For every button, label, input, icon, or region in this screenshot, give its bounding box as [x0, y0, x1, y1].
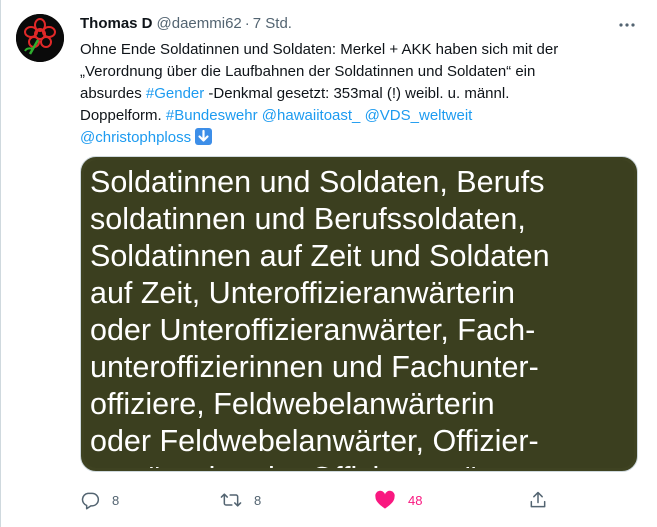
- mention-christophploss[interactable]: @christophploss: [80, 129, 191, 146]
- more-options-button[interactable]: [612, 10, 642, 40]
- author-name[interactable]: Thomas D: [80, 15, 153, 32]
- share-icon: [530, 491, 546, 508]
- tweet-text-line: @christophploss: [80, 127, 640, 149]
- media-text-line: soldatinnen und Berufssoldaten,: [90, 202, 526, 236]
- more-dots-icon: [619, 23, 635, 27]
- tweet[interactable]: Thomas D @daemmi62 · 7 Std. Ohne Ende So…: [0, 0, 657, 527]
- tweet-text-line: „Verordnung über die Laufbahnen der Sold…: [80, 63, 536, 80]
- media-text-line: Soldatinnen auf Zeit und Soldaten: [90, 239, 550, 273]
- media-text-line: unteroffizierinnen und Fachunter-: [90, 350, 539, 384]
- like-count: 48: [408, 492, 423, 508]
- tweet-time[interactable]: 7 Std.: [253, 15, 292, 32]
- media-text-line: oder Unteroffizieranwärter, Fach-: [90, 313, 536, 347]
- tweet-text-span: -Denkmal gesetzt: 353mal (!) weibl. u. m…: [204, 85, 510, 102]
- reply-button[interactable]: 8: [80, 484, 119, 516]
- retweet-icon: [220, 493, 242, 507]
- media-text-line: offiziere, Feldwebelanwärterin: [90, 387, 495, 421]
- media-text-line: oder Feldwebelanwärter, Offizier-: [90, 424, 539, 458]
- hashtag-gender[interactable]: #Gender: [146, 85, 204, 102]
- tweet-header: Thomas D @daemmi62 · 7 Std.: [80, 12, 640, 34]
- mention-vds[interactable]: @VDS_weltweit: [365, 107, 473, 124]
- hashtag-bundeswehr[interactable]: #Bundeswehr: [166, 107, 258, 124]
- down-arrow-emoji-icon: [195, 128, 213, 145]
- tweet-text-line: Ohne Ende Soldatinnen und Soldaten: Merk…: [80, 41, 559, 58]
- media-image-content: Soldatinnen und Soldaten, Berufs soldati…: [84, 160, 634, 468]
- retweet-count: 8: [254, 492, 262, 508]
- down-arrow-icon: [198, 129, 209, 142]
- tweet-text-span: Doppelform.: [80, 107, 166, 124]
- header-separator: ·: [244, 14, 250, 32]
- reply-count: 8: [112, 492, 120, 508]
- author-handle[interactable]: @daemmi62: [157, 15, 242, 32]
- tweet-text: Ohne Ende Soldatinnen und Soldaten: Merk…: [80, 39, 640, 149]
- timeline-border: [0, 0, 1, 527]
- tweet-media-image[interactable]: Soldatinnen und Soldaten, Berufs soldati…: [80, 156, 638, 472]
- avatar[interactable]: [16, 14, 64, 62]
- heart-filled-icon: [375, 490, 395, 509]
- reply-icon: [81, 492, 100, 510]
- media-text-line: Soldatinnen und Soldaten, Berufs: [90, 165, 545, 199]
- retweet-button[interactable]: 8: [220, 484, 261, 516]
- tweet-text-line: absurdes #Gender -Denkmal gesetzt: 353ma…: [80, 83, 640, 105]
- share-button[interactable]: [528, 484, 548, 516]
- tweet-actions: 8 8 48: [80, 484, 640, 516]
- mention-hawaiitoast[interactable]: @hawaiitoast_: [262, 107, 361, 124]
- media-image-text: Soldatinnen und Soldaten, Berufs soldati…: [90, 164, 634, 468]
- media-text-line: anwärterin oder Offizieranwärter: [90, 460, 634, 468]
- flower-avatar-icon: [16, 14, 64, 62]
- tweet-text-span: absurdes: [80, 85, 146, 102]
- media-text-line: auf Zeit, Unteroffizieranwärterin: [90, 276, 515, 310]
- like-button[interactable]: 48: [374, 484, 422, 516]
- tweet-text-line: Doppelform. #Bundeswehr @hawaiitoast_ @V…: [80, 105, 640, 127]
